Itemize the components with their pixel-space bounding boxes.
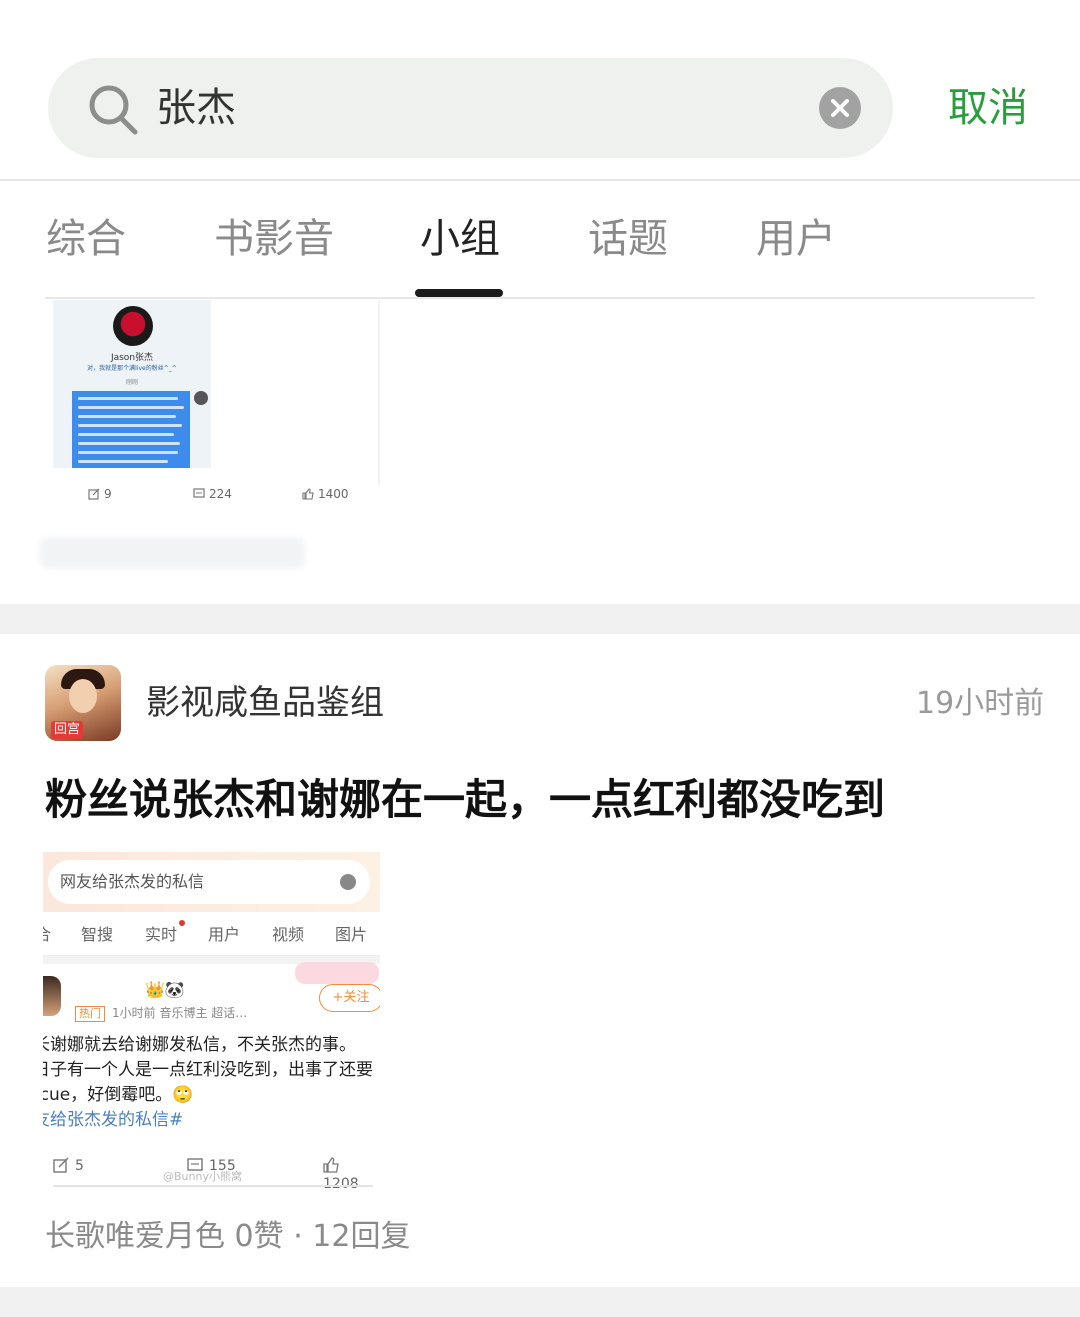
embedded-hashtag: 友给张杰发的私信# xyxy=(43,1110,184,1130)
embedded-search-bar: 网友给张杰发的私信 xyxy=(48,860,370,904)
decoration-sticker xyxy=(295,962,379,984)
thumbnail-time: 刚刚 xyxy=(125,379,138,386)
author-name[interactable]: 长歌唯爱月色 xyxy=(45,1219,225,1254)
tab-comprehensive[interactable]: 综合 xyxy=(46,212,126,266)
like-count: 1208 xyxy=(323,1157,380,1188)
active-tab-indicator xyxy=(415,289,503,297)
watermark: @Bunny小熊窝 xyxy=(163,1170,242,1183)
repost-count: 9 xyxy=(88,487,112,501)
thumbnail-name: Jason张杰 xyxy=(110,353,154,363)
post-image-thumbnail[interactable]: Jason张杰 对，我就是那个满live的粉丝^_^ 刚刚 xyxy=(53,300,211,468)
tab-bar: 综合 书影音 小组 话题 用户 xyxy=(0,200,1080,280)
close-icon xyxy=(831,99,849,117)
follow-button: +关注 xyxy=(319,984,380,1012)
tab-groups[interactable]: 小组 xyxy=(420,212,500,266)
message-bubble xyxy=(72,391,190,468)
group-avatar[interactable]: 回宫 xyxy=(45,665,121,741)
blurred-text xyxy=(40,538,305,568)
post-title[interactable]: 粉丝说张杰和谢娜在一起，一点红利都没吃到 xyxy=(45,772,885,828)
section-gap xyxy=(0,1287,1080,1317)
hot-badge: 热门 xyxy=(75,1006,105,1022)
tab-books-movies-music[interactable]: 书影音 xyxy=(214,212,334,266)
tab-topics[interactable]: 话题 xyxy=(588,212,668,266)
post-image[interactable]: 网友给张杰发的私信 合 智搜 实时 用户 视频 图片 👑🐼 +关注 热门 1小时… xyxy=(43,852,380,1188)
comment-count: 224 xyxy=(193,487,232,501)
search-input[interactable]: 张杰 xyxy=(156,80,236,136)
clear-search-button[interactable] xyxy=(819,87,861,129)
tabs-divider xyxy=(45,297,1035,299)
embedded-text-line: ]cue，好倒霉吧。🙄 xyxy=(43,1085,194,1105)
header-divider xyxy=(0,179,1080,181)
post-timestamp: 19小时前 xyxy=(916,686,1045,721)
cancel-button[interactable]: 取消 xyxy=(948,82,1028,134)
thumbnail-subtitle: 对，我就是那个满live的粉丝^_^ xyxy=(87,365,177,372)
avatar xyxy=(194,391,208,405)
close-icon xyxy=(340,874,356,890)
embedded-tabs: 合 智搜 实时 用户 视频 图片 xyxy=(43,916,380,956)
embedded-text-line: 长谢娜就去给谢娜发私信，不关张杰的事。 xyxy=(43,1035,356,1055)
meta-separator: · xyxy=(293,1219,303,1254)
notification-dot xyxy=(179,920,185,926)
embedded-meta: 1小时前 音乐博主 超话… xyxy=(112,1006,248,1020)
group-name[interactable]: 影视咸鱼品鉴组 xyxy=(146,683,384,723)
embedded-text-line: 日子有一个人是一点红利没吃到，出事了还要 xyxy=(43,1060,373,1080)
avatar xyxy=(43,976,61,1016)
comment-icon xyxy=(193,488,205,498)
edit-icon xyxy=(88,488,100,500)
tab-users[interactable]: 用户 xyxy=(756,212,836,266)
thumbs-up-icon xyxy=(323,1157,339,1173)
reply-count: 12回复 xyxy=(312,1219,411,1254)
search-bar[interactable]: 张杰 xyxy=(48,58,893,158)
repost-count: 5 xyxy=(53,1157,84,1175)
crown-icon: 👑🐼 xyxy=(145,980,185,999)
like-count: 0赞 xyxy=(234,1219,284,1254)
search-icon xyxy=(89,85,138,135)
avatar xyxy=(113,306,153,346)
like-count: 1400 xyxy=(302,487,349,501)
edit-icon xyxy=(53,1157,69,1173)
post-meta: 长歌唯爱月色 0赞 · 12回复 xyxy=(45,1219,410,1255)
image-edge xyxy=(378,300,380,485)
avatar-tag: 回宫 xyxy=(51,721,84,739)
thumbs-up-icon xyxy=(302,488,314,500)
section-gap xyxy=(0,604,1080,634)
